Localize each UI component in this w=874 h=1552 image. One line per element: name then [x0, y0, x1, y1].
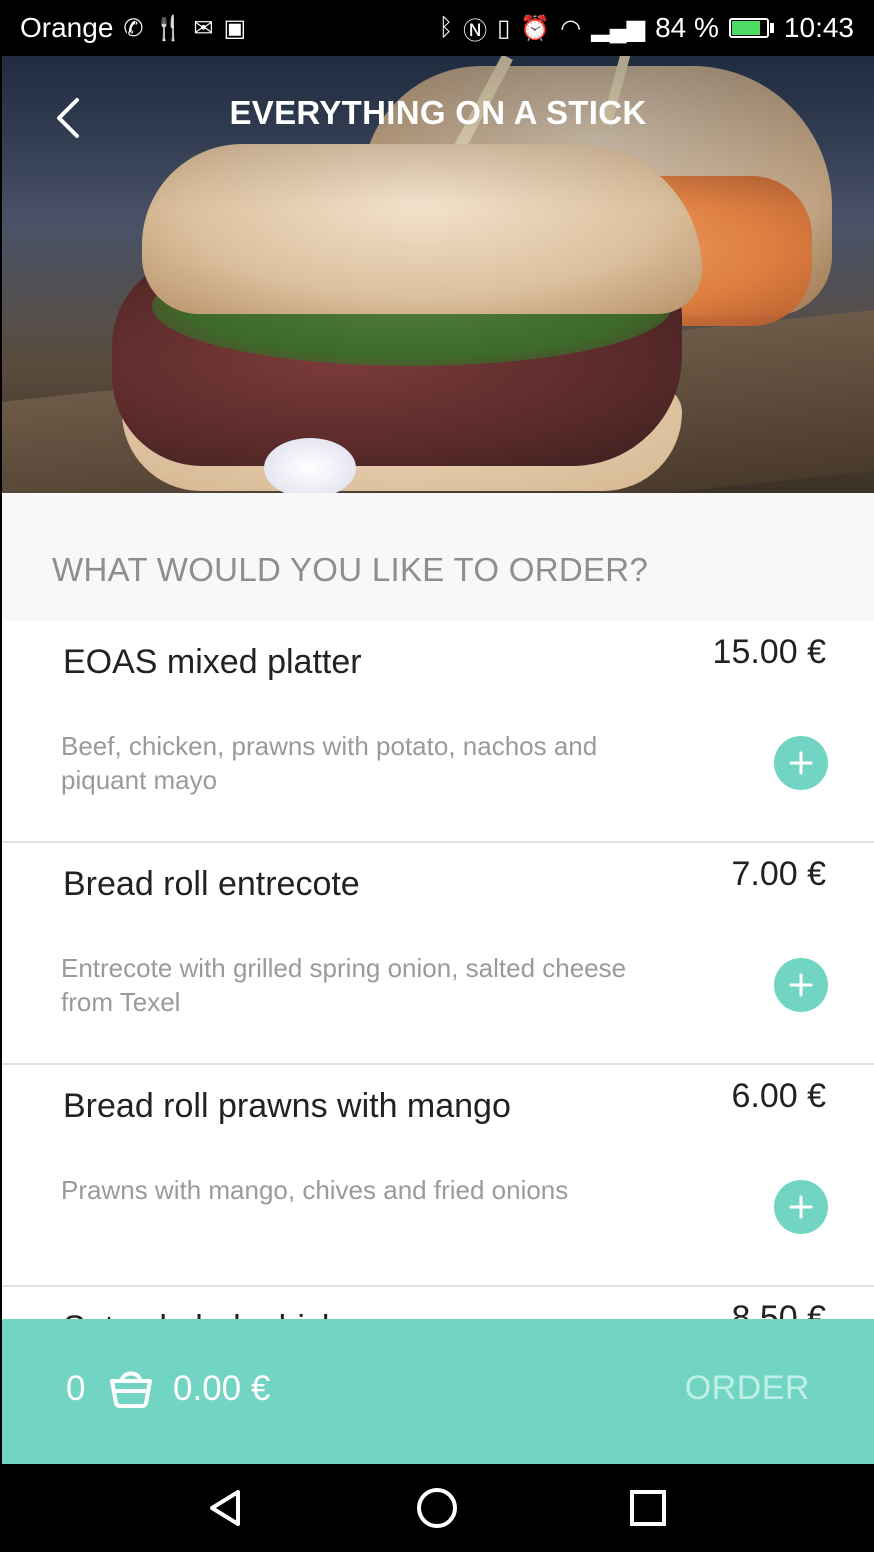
item-description: Prawns with mango, chives and fried onio…	[61, 1175, 569, 1205]
nav-home-button[interactable]	[407, 1478, 467, 1538]
menu-item[interactable]: Bread roll prawns with mango 6.00 € Praw…	[2, 1065, 874, 1287]
wifi-icon: ◠	[560, 14, 582, 42]
alarm-icon: ⏰	[520, 14, 551, 42]
cart-total: 0.00 €	[173, 1369, 271, 1408]
mail-icon: ✉	[193, 14, 214, 42]
status-bar: Orange ✆ 🍴 ✉ ▣ ᛒ Ⓝ ▯ ⏰ ◠ ▂▄▆ 84 % 10:43	[0, 0, 874, 56]
order-button[interactable]: ORDER	[685, 1369, 810, 1408]
item-price: 15.00 €	[712, 633, 826, 671]
item-name: Bread roll entrecote	[63, 865, 360, 903]
item-price: 6.00 €	[731, 1077, 826, 1115]
plus-icon	[789, 751, 813, 775]
nav-recents-button[interactable]	[618, 1478, 678, 1538]
item-description: Beef, chicken, prawns with potato, nacho…	[61, 731, 598, 795]
signal-icon: ▂▄▆	[591, 14, 646, 42]
vibrate-icon: ▯	[497, 14, 511, 42]
whatsapp-icon: ✆	[123, 14, 144, 42]
clock: 10:43	[783, 12, 854, 43]
item-price: 7.00 €	[731, 855, 826, 893]
item-description: Entrecote with grilled spring onion, sal…	[61, 953, 627, 1017]
menu-list: EOAS mixed platter 15.00 € Beef, chicken…	[2, 621, 874, 1347]
item-name: EOAS mixed platter	[63, 643, 362, 681]
plus-icon	[789, 1195, 813, 1219]
menu-item[interactable]: Bread roll entrecote 7.00 € Entrecote wi…	[2, 843, 874, 1065]
section-title: WHAT WOULD YOU LIKE TO ORDER?	[52, 551, 649, 588]
bluetooth-icon: ᛒ	[438, 14, 454, 41]
plus-icon	[789, 973, 813, 997]
item-name: Bread roll prawns with mango	[63, 1087, 511, 1125]
add-to-cart-button[interactable]	[774, 736, 828, 790]
triangle-back-icon	[209, 1490, 240, 1526]
nav-back-button[interactable]	[196, 1478, 256, 1538]
cart-count: 0	[66, 1369, 86, 1408]
battery-icon	[728, 18, 774, 38]
circle-home-icon	[416, 1488, 457, 1528]
square-recents-icon	[630, 1490, 667, 1526]
page-title: EVERYTHING ON A STICK	[229, 94, 647, 131]
menu-item[interactable]: EOAS mixed platter 15.00 € Beef, chicken…	[2, 621, 874, 843]
basket-icon[interactable]	[106, 1361, 156, 1416]
add-to-cart-button[interactable]	[774, 1180, 828, 1234]
app-screen: EVERYTHING ON A STICK WHAT WOULD YOU LIK…	[2, 56, 874, 1464]
fork-knife-icon: 🍴	[153, 14, 184, 42]
photo-icon: ▣	[223, 14, 247, 42]
order-bar: 0 0.00 € ORDER	[2, 1319, 874, 1464]
add-to-cart-button[interactable]	[774, 958, 828, 1012]
carrier-label: Orange	[20, 12, 114, 43]
system-nav-bar	[0, 1464, 874, 1552]
battery-percent: 84 %	[655, 12, 719, 43]
nfc-icon: Ⓝ	[463, 17, 488, 45]
